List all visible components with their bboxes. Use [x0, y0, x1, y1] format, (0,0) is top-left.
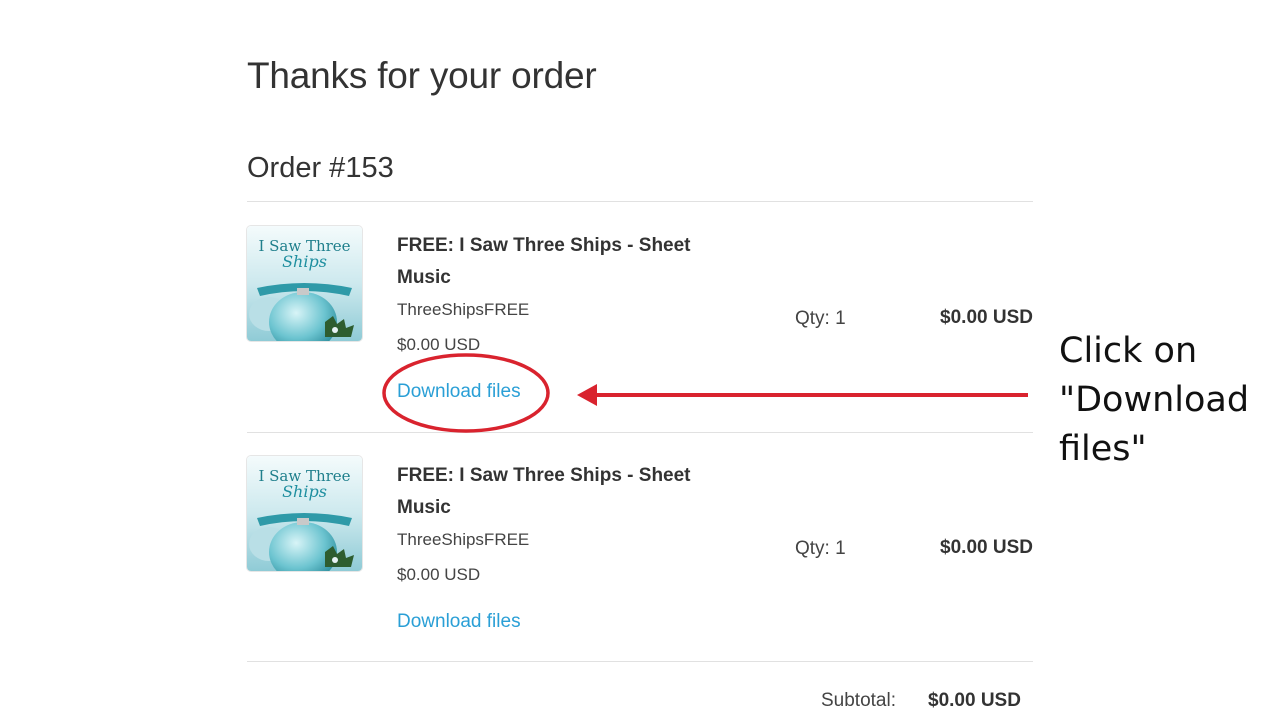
download-files-link[interactable]: Download files	[397, 381, 521, 403]
product-quantity: Qty: 1	[795, 308, 846, 329]
subtotal-value: $0.00 USD	[928, 690, 1021, 711]
annotation-instruction: Click on "Download files"	[1059, 331, 1250, 469]
divider	[247, 201, 1033, 202]
product-thumbnail: I Saw Three Ships	[247, 456, 362, 571]
page-title: Thanks for your order	[247, 55, 597, 96]
subtotal-label: Subtotal:	[821, 690, 896, 711]
product-sku: ThreeShipsFREE	[397, 530, 530, 549]
line-item: I Saw Three Ships FREE: I Saw Three Ship…	[247, 226, 1033, 456]
line-total: $0.00 USD	[940, 537, 1033, 558]
product-price: $0.00 USD	[397, 565, 481, 584]
order-confirmation-page: Thanks for your order Order #153 I Saw T…	[0, 0, 1280, 720]
line-item: I Saw Three Ships FREE: I Saw Three Ship…	[247, 456, 1033, 686]
product-quantity: Qty: 1	[795, 538, 846, 559]
download-files-link[interactable]: Download files	[397, 611, 521, 633]
order-number: Order #153	[247, 152, 394, 184]
divider	[247, 661, 1033, 662]
product-title: FREE: I Saw Three Ships - Sheet Music	[397, 465, 691, 518]
product-sku: ThreeShipsFREE	[397, 300, 530, 319]
product-title: FREE: I Saw Three Ships - Sheet Music	[397, 235, 691, 288]
thumbnail-title-line2: Ships	[282, 482, 327, 501]
product-price: $0.00 USD	[397, 335, 481, 354]
thumbnail-title-line2: Ships	[282, 252, 327, 271]
line-total: $0.00 USD	[940, 307, 1033, 328]
product-thumbnail: I Saw Three Ships	[247, 226, 362, 341]
divider	[247, 432, 1033, 433]
